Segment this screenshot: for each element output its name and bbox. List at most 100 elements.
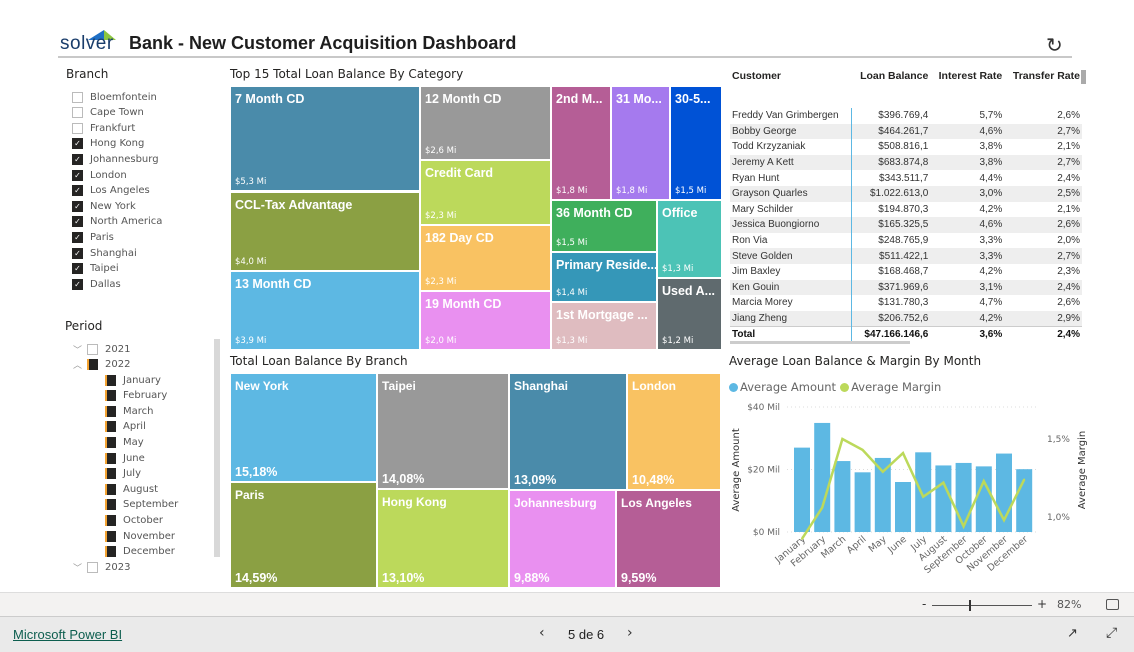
checkbox[interactable]: ✓ [72,247,83,259]
col-customer[interactable]: Customer [730,70,851,108]
checkbox[interactable] [105,421,116,433]
branch-option[interactable]: ✓ Shanghai [72,246,137,260]
prev-page-icon[interactable]: ‹ [539,625,545,641]
period-month[interactable]: November [105,529,175,543]
treemap-tile[interactable]: Office $1,3 Mi [658,201,721,277]
branch-option[interactable]: Bloemfontein [72,90,157,104]
bar[interactable] [955,462,972,532]
branch-option[interactable]: ✓ Los Angeles [72,184,150,198]
power-bi-link[interactable]: Microsoft Power BI [13,627,122,642]
treemap-tile[interactable]: Used A... $1,2 Mi [658,279,721,349]
chevron-down-icon[interactable]: ﹀ [73,561,87,574]
treemap-tile[interactable]: 31 Mo... $1,8 Mi [612,87,669,199]
treemap-tile[interactable]: 182 Day CD $2,3 Mi [421,226,550,290]
margin-point[interactable] [1003,519,1005,522]
branch-option[interactable]: ✓ New York [72,199,136,213]
branch-option[interactable]: ✓ Hong Kong [72,137,144,151]
checkbox[interactable] [105,514,116,526]
treemap-tile[interactable]: London 10,48% [628,374,720,489]
checkbox[interactable]: ✓ [72,200,83,212]
bar[interactable] [895,482,911,532]
checkbox[interactable]: ✓ [72,263,83,275]
checkbox[interactable] [72,107,83,119]
treemap-tile[interactable]: 12 Month CD $2,6 Mi [421,87,550,159]
treemap-tile[interactable]: Paris 14,59% [231,483,376,587]
margin-point[interactable] [902,452,904,455]
period-month[interactable]: January [105,373,161,387]
table-horizontal-scrollbar[interactable] [730,341,910,344]
treemap-tile[interactable]: 2nd M... $1,8 Mi [552,87,610,199]
checkbox[interactable] [87,358,98,370]
margin-point[interactable] [922,495,925,498]
treemap-tile[interactable]: 7 Month CD $5,3 Mi [231,87,419,190]
table-row[interactable]: Todd Krzyzaniak $508.816,1 3,8% 2,1% [730,139,1082,155]
treemap-tile[interactable]: Taipei 14,08% [378,374,508,488]
period-month[interactable]: August [105,482,158,496]
period-scrollbar[interactable] [214,339,220,557]
period-month[interactable]: March [105,404,153,418]
checkbox[interactable]: ✓ [72,153,83,165]
bar[interactable] [935,465,952,532]
treemap-tile[interactable]: 1st Mortgage ... $1,3 Mi [552,303,656,349]
margin-point[interactable] [982,480,985,483]
bar[interactable] [794,447,810,532]
next-page-icon[interactable]: › [627,625,633,641]
checkbox[interactable] [72,122,83,134]
share-icon[interactable]: ↗ [1067,626,1078,641]
period-year[interactable]: ﹀ 2023 [73,560,130,574]
checkbox[interactable] [105,530,116,542]
margin-point[interactable] [821,506,824,509]
period-month[interactable]: July [105,467,141,481]
table-row[interactable]: Ryan Hunt $343.511,7 4,4% 2,4% [730,170,1082,186]
period-month[interactable]: May [105,435,144,449]
treemap-tile[interactable]: 19 Month CD $2,0 Mi [421,292,550,349]
checkbox[interactable] [105,390,116,402]
table-row[interactable]: Marcia Morey $131.780,3 4,7% 2,6% [730,295,1082,311]
branch-option[interactable]: ✓ Paris [72,230,114,244]
bar[interactable] [975,466,992,532]
treemap-tile[interactable]: 36 Month CD $1,5 Mi [552,201,656,251]
bar[interactable] [854,472,871,532]
checkbox[interactable]: ✓ [72,169,83,181]
zoom-slider-thumb[interactable] [969,600,971,611]
table-row[interactable]: Freddy Van Grimbergen $396.769,4 5,7% 2,6% [730,108,1082,124]
table-row[interactable]: Bobby George $464.261,7 4,6% 2,7% [730,123,1082,140]
branch-option[interactable]: ✓ North America [72,215,162,229]
period-month[interactable]: June [105,451,145,465]
zoom-slider[interactable] [932,605,1032,606]
branch-option[interactable]: ✓ Johannesburg [72,152,159,166]
zoom-in-button[interactable]: + [1037,597,1047,611]
checkbox[interactable]: ✓ [72,185,83,197]
treemap-tile[interactable]: New York 15,18% [231,374,376,481]
checkbox[interactable] [87,561,98,573]
checkbox[interactable] [105,546,116,558]
table-vertical-scrollbar[interactable] [1081,70,1086,84]
table-row[interactable]: Steve Golden $511.422,1 3,3% 2,7% [730,248,1082,264]
branch-option[interactable]: ✓ Taipei [72,262,119,276]
period-month[interactable]: October [105,513,163,527]
period-year[interactable]: ︿ 2022 [73,357,130,371]
checkbox[interactable]: ✓ [72,231,83,243]
checkbox[interactable] [105,405,116,417]
period-month[interactable]: April [105,420,146,434]
branch-option[interactable]: Cape Town [72,106,144,120]
checkbox[interactable] [105,452,116,464]
col-transfer-rate[interactable]: Transfer Rate [1004,70,1082,108]
table-row[interactable]: Jim Baxley $168.468,7 4,2% 2,3% [730,263,1082,280]
checkbox[interactable] [72,91,83,103]
col-loan-balance[interactable]: Loan Balance [851,70,930,108]
checkbox[interactable]: ✓ [72,216,83,228]
margin-point[interactable] [962,525,965,528]
checkbox[interactable] [105,468,116,480]
margin-point[interactable] [881,470,884,473]
treemap-tile[interactable]: Hong Kong 13,10% [378,490,508,587]
col-interest-rate[interactable]: Interest Rate [930,70,1004,108]
branch-option[interactable]: ✓ Dallas [72,277,121,291]
period-month[interactable]: February [105,389,167,403]
table-row[interactable]: Jiang Zheng $206.752,6 4,2% 2,9% [730,310,1082,327]
table-row[interactable]: Mary Schilder $194.870,3 4,2% 2,1% [730,201,1082,218]
margin-point[interactable] [841,438,844,440]
checkbox[interactable] [105,436,116,448]
table-row[interactable]: Ken Gouin $371.969,6 3,1% 2,4% [730,279,1082,296]
table-row[interactable]: Ron Via $248.765,9 3,3% 2,0% [730,232,1082,249]
